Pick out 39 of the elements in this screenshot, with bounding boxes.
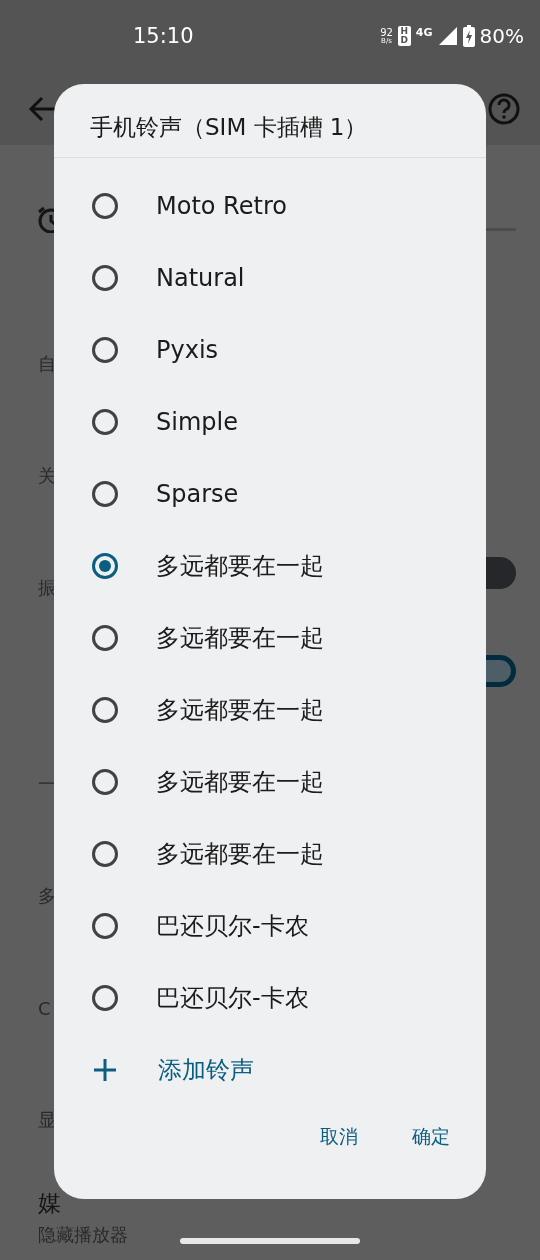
net-speed: 92 bbox=[380, 27, 393, 38]
radio-button[interactable] bbox=[92, 841, 118, 867]
radio-button[interactable] bbox=[92, 481, 118, 507]
radio-button[interactable] bbox=[92, 769, 118, 795]
battery-percent: 80% bbox=[479, 24, 524, 48]
ringtone-option[interactable]: Pyxis bbox=[156, 336, 219, 364]
dialog-button[interactable]: 取消 bbox=[308, 1116, 370, 1158]
dialog-title: 手机铃声（SIM 卡插槽 1） bbox=[54, 84, 486, 158]
radio-button[interactable] bbox=[92, 697, 118, 723]
radio-button[interactable] bbox=[92, 913, 118, 939]
ringtone-option[interactable]: 巴还贝尔-卡农 bbox=[156, 982, 309, 1014]
ringtone-option[interactable]: Natural bbox=[156, 264, 245, 292]
dialog-button[interactable]: 确定 bbox=[400, 1116, 462, 1158]
navigation-handle[interactable] bbox=[180, 1238, 360, 1244]
ringtone-option[interactable]: Sparse bbox=[156, 480, 239, 508]
radio-button[interactable] bbox=[92, 409, 118, 435]
ringtone-option[interactable]: Simple bbox=[156, 408, 238, 436]
radio-button[interactable] bbox=[92, 985, 118, 1011]
signal-icon bbox=[437, 26, 458, 46]
ringtone-option[interactable]: 巴还贝尔-卡农 bbox=[156, 910, 309, 942]
help-icon[interactable] bbox=[488, 92, 520, 125]
radio-button[interactable] bbox=[92, 193, 118, 219]
ringtone-option[interactable]: 多远都要在一起 bbox=[156, 766, 324, 798]
ringtone-option[interactable]: 多远都要在一起 bbox=[156, 694, 324, 726]
ringtone-option[interactable]: 多远都要在一起 bbox=[156, 622, 324, 654]
radio-button[interactable] bbox=[92, 553, 118, 579]
radio-button[interactable] bbox=[92, 337, 118, 363]
ringtone-option[interactable]: 多远都要在一起 bbox=[156, 838, 324, 870]
ringtone-option[interactable]: Moto Retro bbox=[156, 192, 287, 220]
hd-badge: HD bbox=[397, 26, 411, 46]
ringtone-option[interactable]: 多远都要在一起 bbox=[156, 550, 324, 582]
status-time: 15:10 bbox=[133, 24, 195, 48]
setting-title: 媒 bbox=[38, 1188, 62, 1218]
add-ringtone-link[interactable]: 添加铃声 bbox=[158, 1054, 254, 1086]
radio-button[interactable] bbox=[92, 265, 118, 291]
plus-icon[interactable] bbox=[94, 1059, 116, 1081]
radio-button[interactable] bbox=[92, 625, 118, 651]
network-type: 4G bbox=[415, 26, 433, 39]
alarm-clock-icon bbox=[38, 205, 54, 233]
